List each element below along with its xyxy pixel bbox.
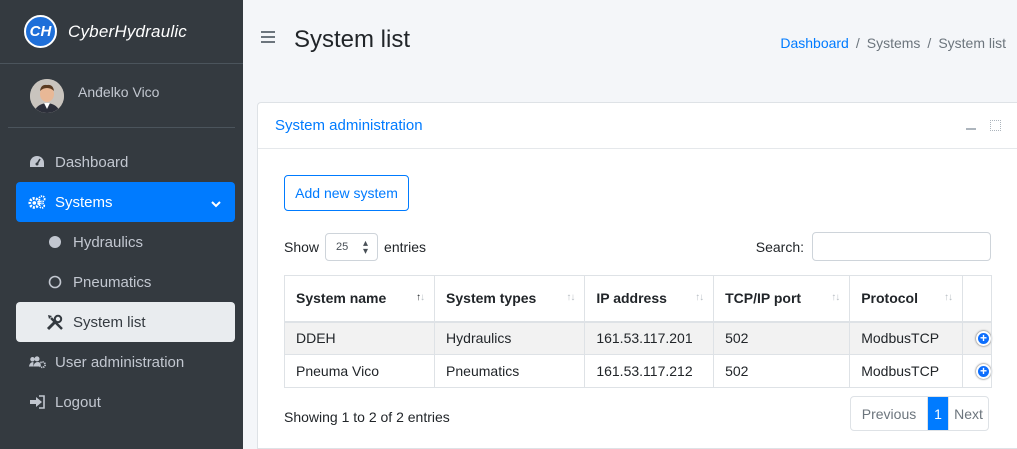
sidebar-item-label: Hydraulics xyxy=(73,233,144,251)
collapse-icon[interactable] xyxy=(966,127,976,130)
sort-asc-icon: ↑↓ xyxy=(416,292,425,303)
cell-ip-address: 161.53.117.212 xyxy=(584,354,715,388)
card-title: System administration xyxy=(275,117,423,134)
cell-protocol: ModbusTCP xyxy=(849,354,963,388)
search-label: Search: xyxy=(755,238,804,255)
breadcrumb-separator: / xyxy=(855,35,860,51)
column-header-system-types[interactable]: System types ↑↓ xyxy=(434,275,586,323)
sidebar-item-label: Logout xyxy=(55,393,101,411)
filled-circle-icon xyxy=(46,233,64,251)
entries-label: entries xyxy=(384,239,427,255)
column-header-label: IP address xyxy=(596,290,667,307)
sign-out-icon xyxy=(28,393,46,411)
add-new-system-button[interactable]: Add new system xyxy=(284,175,409,211)
cell-port: 502 xyxy=(713,321,851,355)
breadcrumb-dashboard[interactable]: Dashboard xyxy=(780,35,849,51)
sidebar-item-user-administration[interactable]: User administration xyxy=(16,342,235,382)
cogs-icon xyxy=(28,193,46,211)
empty-circle-icon xyxy=(46,273,64,291)
table-search: Search: xyxy=(756,232,991,261)
sidebar: CH CyberHydraulic Anđelko Vico Dashboard xyxy=(0,0,243,449)
brand-logo: CH xyxy=(24,15,57,48)
entries-per-page-value: 25 xyxy=(336,241,349,253)
breadcrumb-separator: / xyxy=(927,35,932,51)
sidebar-item-pneumatics[interactable]: Pneumatics xyxy=(16,262,235,302)
sidebar-item-dashboard[interactable]: Dashboard xyxy=(16,142,235,182)
column-header-protocol[interactable]: Protocol ↑↓ xyxy=(849,275,963,323)
table-row[interactable]: DDEH Hydraulics 161.53.117.201 502 Modbu… xyxy=(283,321,993,355)
users-cog-icon xyxy=(28,353,46,371)
cell-protocol: ModbusTCP xyxy=(849,321,963,355)
column-header-actions xyxy=(961,275,993,323)
expand-plus-icon[interactable]: + xyxy=(975,363,991,379)
cell-system-type: Hydraulics xyxy=(434,321,586,355)
column-header-label: System types xyxy=(446,290,537,307)
sidebar-item-label: Pneumatics xyxy=(73,273,152,291)
previous-page-button[interactable]: Previous xyxy=(851,397,928,430)
systems-table: System name ↑↓ System types ↑↓ IP address ↑… xyxy=(283,275,993,388)
column-header-label: System name xyxy=(296,290,387,307)
column-header-ip-address[interactable]: IP address ↑↓ xyxy=(584,275,715,323)
table-header-row: System name ↑↓ System types ↑↓ IP address ↑… xyxy=(283,275,993,323)
sidebar-item-systems[interactable]: Systems xyxy=(16,182,235,222)
sidebar-item-label: Dashboard xyxy=(55,153,129,171)
cell-expand: + xyxy=(961,321,993,355)
column-header-label: Protocol xyxy=(861,290,918,307)
brand-link[interactable]: CH CyberHydraulic xyxy=(0,0,243,64)
select-arrows-icon: ▴ ▾ xyxy=(363,238,369,257)
avatar xyxy=(30,78,64,113)
card-header: System administration xyxy=(258,103,1017,149)
page-title: System list xyxy=(294,26,411,53)
hamburger-icon[interactable] xyxy=(261,31,275,43)
next-page-button[interactable]: Next xyxy=(948,397,988,430)
maximize-icon[interactable] xyxy=(990,120,1001,131)
sort-icon: ↑↓ xyxy=(695,292,704,303)
expand-plus-icon[interactable]: + xyxy=(975,330,991,346)
cell-ip-address: 161.53.117.201 xyxy=(584,321,715,355)
column-header-label: TCP/IP port xyxy=(725,290,802,307)
entries-per-page-select[interactable]: 25 ▴ ▾ xyxy=(325,233,379,261)
cell-port: 502 xyxy=(713,354,851,388)
tachometer-icon xyxy=(28,153,46,171)
system-administration-card: System administration Add new system Sho… xyxy=(257,102,1017,449)
sort-icon: ↑↓ xyxy=(831,292,840,303)
sort-icon: ↑↓ xyxy=(943,292,953,303)
breadcrumb-system-list: System list xyxy=(938,35,1006,51)
sidebar-item-logout[interactable]: Logout xyxy=(16,382,235,422)
breadcrumb-systems: Systems xyxy=(866,35,921,51)
cell-expand: + xyxy=(961,354,993,388)
table-row[interactable]: Pneuma Vico Pneumatics 161.53.117.212 50… xyxy=(283,354,993,388)
sidebar-item-label: Systems xyxy=(55,193,113,211)
sidebar-item-system-list[interactable]: System list xyxy=(16,302,235,342)
table-length-control: Show 25 ▴ ▾ entries xyxy=(284,233,426,261)
sidebar-item-label: System list xyxy=(73,313,146,331)
breadcrumb: Dashboard / Systems / System list xyxy=(780,35,1006,51)
table-info: Showing 1 to 2 of 2 entries xyxy=(284,409,450,425)
pagination: Previous 1 Next xyxy=(850,396,989,431)
sidebar-item-hydraulics[interactable]: Hydraulics xyxy=(16,222,235,262)
sidebar-nav: Dashboard Systems Hydraulics Pneumatics xyxy=(0,128,243,422)
user-name: Anđelko Vico xyxy=(78,83,160,100)
brand-name: CyberHydraulic xyxy=(68,21,188,41)
chevron-down-icon xyxy=(211,195,221,212)
content-header: System list Dashboard / Systems / System lis… xyxy=(243,0,1017,74)
card-tools xyxy=(966,120,1001,131)
tools-icon xyxy=(46,313,64,331)
page-1-button[interactable]: 1 xyxy=(928,397,948,430)
column-header-system-name[interactable]: System name ↑↓ xyxy=(283,275,436,323)
user-panel[interactable]: Anđelko Vico xyxy=(8,64,235,128)
search-input[interactable] xyxy=(812,232,991,261)
show-label: Show xyxy=(284,239,320,255)
cell-system-name: Pneuma Vico xyxy=(283,354,436,388)
column-header-tcp-ip-port[interactable]: TCP/IP port ↑↓ xyxy=(713,275,851,323)
sort-icon: ↑↓ xyxy=(566,292,575,303)
sidebar-item-label: User administration xyxy=(55,353,185,371)
cell-system-name: DDEH xyxy=(283,321,436,355)
cell-system-type: Pneumatics xyxy=(434,354,586,388)
